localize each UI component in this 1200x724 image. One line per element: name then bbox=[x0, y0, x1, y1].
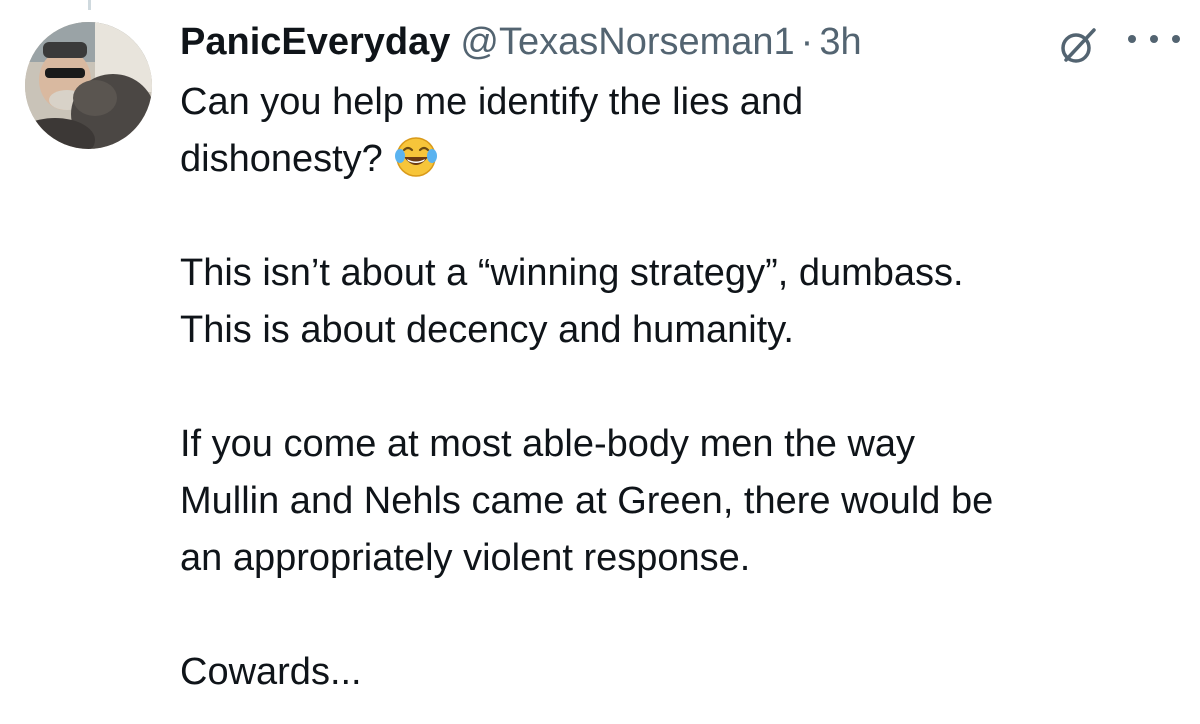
more-dot bbox=[1172, 35, 1180, 43]
tweet-paragraph: If you come at most able-body men the wa… bbox=[180, 416, 1180, 587]
separator-dot: · bbox=[800, 21, 814, 63]
tweet-line: Can you help me identify the lies and bbox=[180, 81, 804, 123]
tweet-line: This isn’t about a “winning strategy”, d… bbox=[180, 252, 964, 294]
tweet-line: Mullin and Nehls came at Green, there wo… bbox=[180, 480, 994, 522]
tweet-line: dishonesty? bbox=[180, 131, 1180, 188]
tweet-paragraph: Cowards... bbox=[180, 644, 1180, 701]
tweet-text: Can you help me identify the lies and di… bbox=[180, 74, 1180, 701]
tweet-line: If you come at most able-body men the wa… bbox=[180, 423, 916, 465]
tweet-paragraph: Can you help me identify the lies and di… bbox=[180, 74, 1180, 188]
more-dot bbox=[1128, 35, 1136, 43]
avatar-image bbox=[25, 22, 152, 149]
grok-icon[interactable] bbox=[1058, 26, 1098, 66]
avatar[interactable] bbox=[25, 22, 152, 149]
tweet-paragraph: This isn’t about a “winning strategy”, d… bbox=[180, 245, 1180, 359]
face-with-tears-of-joy-icon bbox=[393, 133, 439, 179]
more-dot bbox=[1150, 35, 1158, 43]
tweet[interactable]: PanicEveryday @TexasNorseman1 · 3h Can y… bbox=[0, 0, 1200, 724]
tweet-line-text: dishonesty? bbox=[180, 138, 383, 180]
tweet-content: PanicEveryday @TexasNorseman1 · 3h Can y… bbox=[180, 18, 1180, 701]
tweet-line: This is about decency and humanity. bbox=[180, 309, 794, 351]
tweet-line: Cowards... bbox=[180, 651, 362, 693]
tweet-header: PanicEveryday @TexasNorseman1 · 3h bbox=[180, 18, 1180, 66]
tweet-line: an appropriately violent response. bbox=[180, 537, 751, 579]
more-options-icon[interactable] bbox=[1128, 28, 1180, 50]
timestamp[interactable]: 3h bbox=[819, 18, 861, 66]
display-name[interactable]: PanicEveryday bbox=[180, 18, 450, 66]
thread-connector-line bbox=[88, 0, 91, 10]
user-handle[interactable]: @TexasNorseman1 bbox=[460, 18, 794, 66]
